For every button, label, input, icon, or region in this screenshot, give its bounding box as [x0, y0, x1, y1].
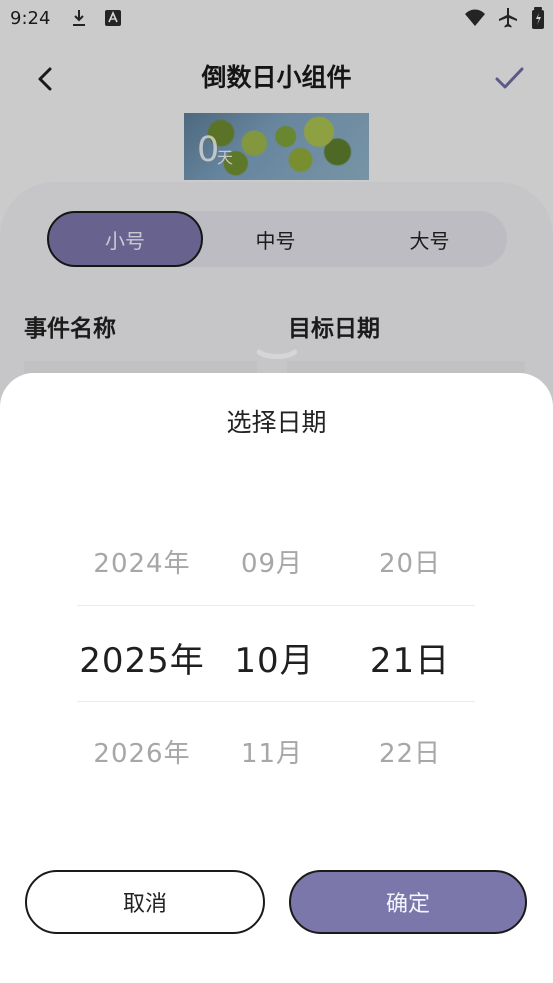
picker-divider-top	[77, 605, 475, 606]
picker-day-selected[interactable]: 21日	[357, 633, 463, 682]
date-picker-wheel[interactable]: 2024年 09月 20日 2025年 10月 21日 2026年 11月 22…	[77, 533, 475, 773]
picker-day-previous[interactable]: 20日	[360, 543, 460, 580]
ok-button-label: 确定	[385, 892, 430, 917]
picker-year-selected[interactable]: 2025年	[77, 633, 207, 682]
picker-divider-bottom	[77, 701, 475, 702]
picker-month-next[interactable]: 11月	[222, 733, 322, 770]
date-picker-sheet: 选择日期 2024年 09月 20日 2025年 10月 21日 2026年 1…	[0, 373, 553, 983]
cancel-button[interactable]: 取消	[25, 870, 265, 934]
cancel-button-label: 取消	[122, 892, 167, 917]
picker-month-previous[interactable]: 09月	[222, 543, 322, 580]
ok-button[interactable]: 确定	[289, 870, 527, 934]
picker-year-next[interactable]: 2026年	[82, 733, 202, 770]
picker-year-previous[interactable]: 2024年	[82, 543, 202, 580]
picker-month-selected[interactable]: 10月	[222, 633, 327, 682]
picker-day-next[interactable]: 22日	[360, 733, 460, 770]
date-picker-title: 选择日期	[226, 408, 327, 437]
